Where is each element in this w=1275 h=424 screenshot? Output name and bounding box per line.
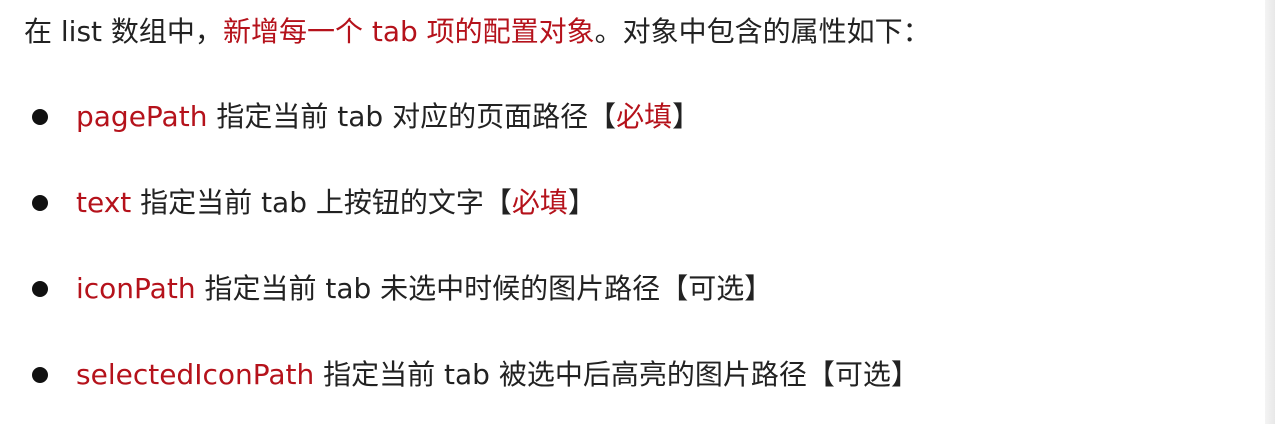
tag-open-bracket: 【: [483, 186, 512, 219]
intro-prefix: 在 list 数组中，: [24, 15, 223, 48]
list-item-text: text 指定当前 tab 上按钮的文字【必填】: [30, 174, 919, 260]
list-item-selectediconpath: selectedIconPath 指定当前 tab 被选中后高亮的图片路径【可选…: [30, 346, 919, 424]
tag-close-bracket: 】: [672, 100, 701, 133]
property-description: 指定当前 tab 上按钮的文字: [131, 186, 484, 219]
list-item-pagepath: pagePath 指定当前 tab 对应的页面路径【必填】: [30, 88, 919, 174]
tag-open-bracket: 【: [660, 272, 689, 305]
tag-close-bracket: 】: [890, 358, 919, 391]
optional-tag: 可选: [688, 272, 745, 305]
intro-paragraph: 在 list 数组中，新增每一个 tab 项的配置对象。对象中包含的属性如下：: [24, 10, 931, 54]
intro-highlight: 新增每一个 tab 项的配置对象: [222, 15, 595, 48]
required-tag: 必填: [511, 186, 568, 219]
property-name: selectedIconPath: [76, 358, 315, 391]
list-item-iconpath: iconPath 指定当前 tab 未选中时候的图片路径【可选】: [30, 260, 919, 346]
bullet-dot-icon: [32, 281, 48, 297]
document-slide: 在 list 数组中，新增每一个 tab 项的配置对象。对象中包含的属性如下： …: [0, 0, 1275, 424]
property-description: 指定当前 tab 未选中时候的图片路径: [195, 272, 661, 305]
tag-close-bracket: 】: [744, 272, 773, 305]
scrollbar-track[interactable]: [1265, 0, 1275, 424]
required-tag: 必填: [616, 100, 673, 133]
tag-open-bracket: 【: [806, 358, 835, 391]
optional-tag: 可选: [834, 358, 891, 391]
tag-close-bracket: 】: [567, 186, 596, 219]
property-description: 指定当前 tab 被选中后高亮的图片路径: [314, 358, 807, 391]
bullet-dot-icon: [32, 195, 48, 211]
tag-open-bracket: 【: [588, 100, 617, 133]
intro-suffix: 。对象中包含的属性如下：: [594, 15, 931, 48]
bullet-dot-icon: [32, 109, 48, 125]
property-list: pagePath 指定当前 tab 对应的页面路径【必填】 text 指定当前 …: [30, 88, 919, 424]
property-name: iconPath: [76, 272, 196, 305]
property-name: text: [76, 186, 132, 219]
property-description: 指定当前 tab 对应的页面路径: [207, 100, 589, 133]
bullet-dot-icon: [32, 367, 48, 383]
property-name: pagePath: [76, 100, 208, 133]
